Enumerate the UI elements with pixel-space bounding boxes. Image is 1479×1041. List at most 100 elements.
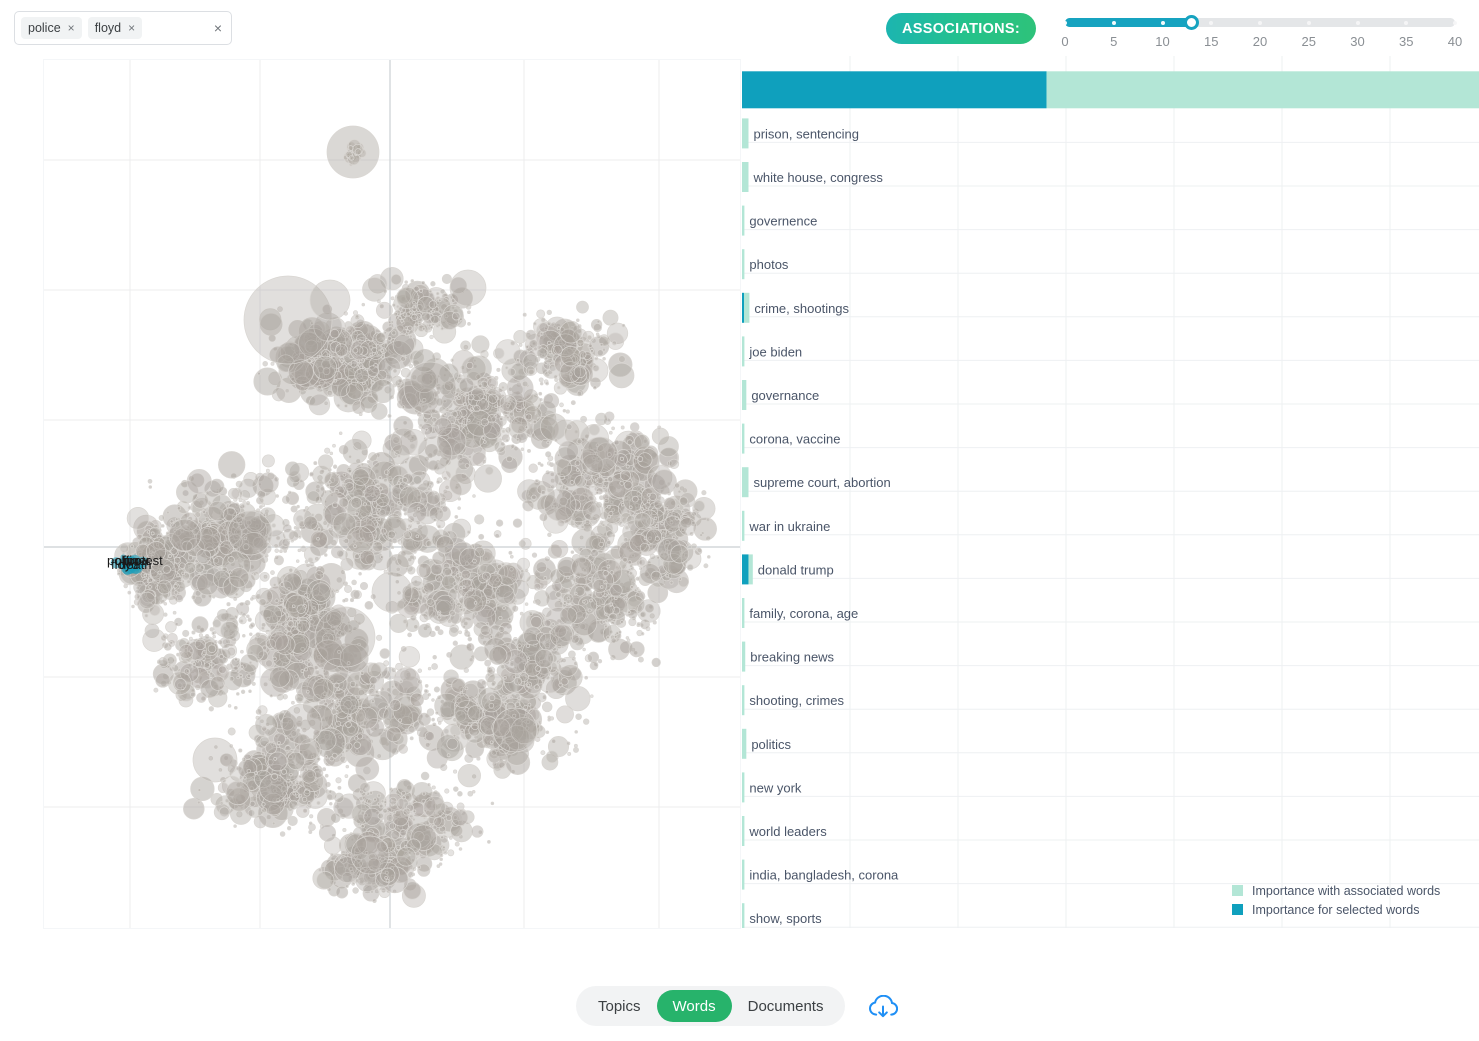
word-bubble[interactable] [267, 751, 288, 772]
word-bubble[interactable] [311, 582, 331, 602]
word-bubble[interactable] [401, 790, 406, 796]
word-bubble[interactable] [183, 797, 205, 820]
word-bubble[interactable] [241, 757, 247, 762]
word-bubble[interactable] [244, 600, 251, 606]
word-bubble[interactable] [297, 548, 302, 553]
word-bubble[interactable] [533, 582, 542, 591]
word-bubble[interactable] [453, 786, 459, 792]
word-bubble[interactable] [613, 439, 620, 446]
word-bubble[interactable] [487, 840, 491, 844]
word-bubble[interactable] [123, 583, 128, 589]
word-bubble[interactable] [383, 477, 388, 483]
word-bubble[interactable] [412, 475, 423, 485]
word-bubble[interactable] [480, 418, 489, 427]
word-bubble[interactable] [559, 402, 564, 408]
word-bubble[interactable] [470, 407, 474, 411]
word-bubble[interactable] [299, 659, 303, 663]
word-bubble[interactable] [389, 699, 402, 711]
word-bubble[interactable] [352, 590, 362, 600]
word-bubble[interactable] [307, 658, 311, 663]
word-bubble[interactable] [567, 751, 572, 756]
word-bubble[interactable] [522, 499, 535, 512]
word-bubble[interactable] [397, 378, 403, 384]
bubble-cloud[interactable] [114, 125, 717, 908]
word-bubble[interactable] [444, 788, 450, 794]
word-bubble[interactable] [243, 472, 259, 488]
word-bubble[interactable] [621, 323, 626, 328]
word-bubble[interactable] [512, 518, 523, 528]
word-bubble[interactable] [463, 588, 487, 613]
word-bubble[interactable] [390, 684, 395, 689]
word-bubble[interactable] [406, 502, 428, 523]
word-bubble[interactable] [242, 500, 246, 504]
word-bubble[interactable] [524, 568, 529, 573]
word-bubble[interactable] [545, 750, 559, 764]
word-bubble[interactable] [351, 882, 356, 886]
word-bubble[interactable] [611, 426, 615, 431]
associations-slider[interactable]: 0 5 10 15 20 25 30 35 40 [1060, 10, 1462, 50]
word-bubble[interactable] [395, 566, 401, 572]
word-bubble[interactable] [602, 570, 609, 577]
word-bubble[interactable] [448, 836, 453, 840]
word-bubble[interactable] [403, 530, 412, 540]
word-bubble[interactable] [258, 598, 267, 606]
word-bubble[interactable] [520, 569, 525, 574]
word-bubble[interactable] [348, 361, 353, 366]
word-bubble[interactable] [433, 417, 453, 437]
word-bubble[interactable] [547, 715, 551, 720]
word-bubble[interactable] [587, 608, 592, 613]
word-bubble[interactable] [427, 666, 432, 671]
word-bubble[interactable] [376, 634, 383, 641]
word-bubble[interactable] [219, 801, 224, 806]
word-bubble[interactable] [323, 836, 342, 855]
word-bubble[interactable] [521, 380, 529, 388]
word-bubble[interactable] [594, 356, 599, 361]
word-bubble[interactable] [253, 814, 268, 829]
word-bubble[interactable] [372, 541, 384, 553]
word-bubble[interactable] [265, 742, 277, 754]
word-bubble[interactable] [316, 757, 321, 761]
word-bubble[interactable] [629, 422, 640, 432]
word-bubble[interactable] [354, 511, 359, 516]
word-bubble[interactable] [316, 385, 323, 391]
word-bubble[interactable] [361, 302, 366, 307]
word-bubble[interactable] [442, 845, 446, 850]
word-bubble[interactable] [281, 538, 291, 547]
word-bubble[interactable] [604, 624, 608, 629]
word-bubble[interactable] [312, 677, 335, 700]
word-bubble[interactable] [533, 321, 537, 326]
word-bubble[interactable] [546, 309, 552, 316]
word-bubble[interactable] [385, 813, 394, 822]
word-bubble[interactable] [597, 659, 603, 664]
word-bubble[interactable] [458, 377, 475, 393]
word-bubble[interactable] [337, 785, 342, 790]
word-bubble[interactable] [523, 704, 529, 710]
word-bubble[interactable] [347, 468, 352, 474]
word-bubble[interactable] [304, 667, 308, 672]
word-bubble[interactable] [197, 800, 201, 805]
word-bubble[interactable] [313, 665, 319, 670]
word-bubble[interactable] [291, 784, 297, 790]
word-bubble[interactable] [592, 385, 597, 390]
word-bubble[interactable] [437, 524, 442, 529]
word-bubble[interactable] [506, 415, 510, 420]
word-bubble[interactable] [481, 436, 486, 440]
word-bubble[interactable] [595, 491, 600, 495]
word-bubble[interactable] [546, 461, 552, 466]
word-bubble[interactable] [403, 512, 408, 516]
word-bubble[interactable] [464, 463, 470, 469]
word-bubble[interactable] [633, 434, 650, 451]
word-bubble[interactable] [344, 403, 348, 408]
word-bubble[interactable] [377, 793, 381, 798]
word-bubble[interactable] [342, 827, 347, 833]
word-bubble[interactable] [494, 404, 498, 408]
word-bubble[interactable] [457, 506, 461, 510]
word-bubble[interactable] [261, 802, 266, 807]
word-bubble[interactable] [550, 484, 555, 490]
word-bubble[interactable] [527, 702, 532, 707]
word-bubble[interactable] [269, 693, 274, 698]
word-bubble[interactable] [307, 801, 312, 806]
word-bubble[interactable] [303, 789, 311, 797]
word-bubble[interactable] [166, 510, 170, 515]
word-bubble[interactable] [467, 393, 475, 401]
